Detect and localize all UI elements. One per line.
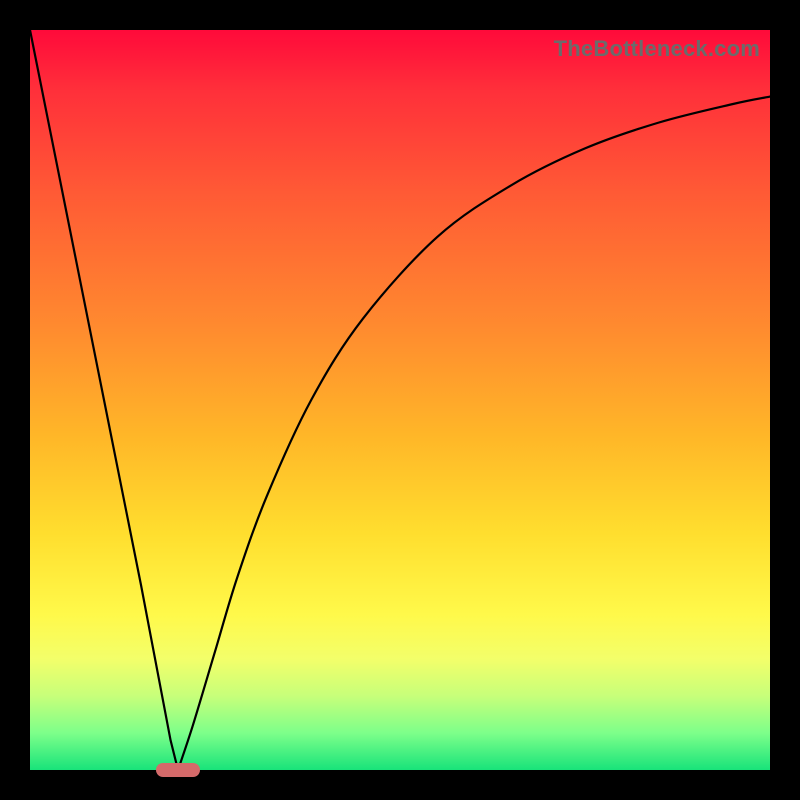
curve-path <box>30 30 770 770</box>
bottleneck-curve <box>30 30 770 770</box>
chart-frame: TheBottleneck.com <box>0 0 800 800</box>
min-marker <box>156 763 200 777</box>
plot-area: TheBottleneck.com <box>30 30 770 770</box>
